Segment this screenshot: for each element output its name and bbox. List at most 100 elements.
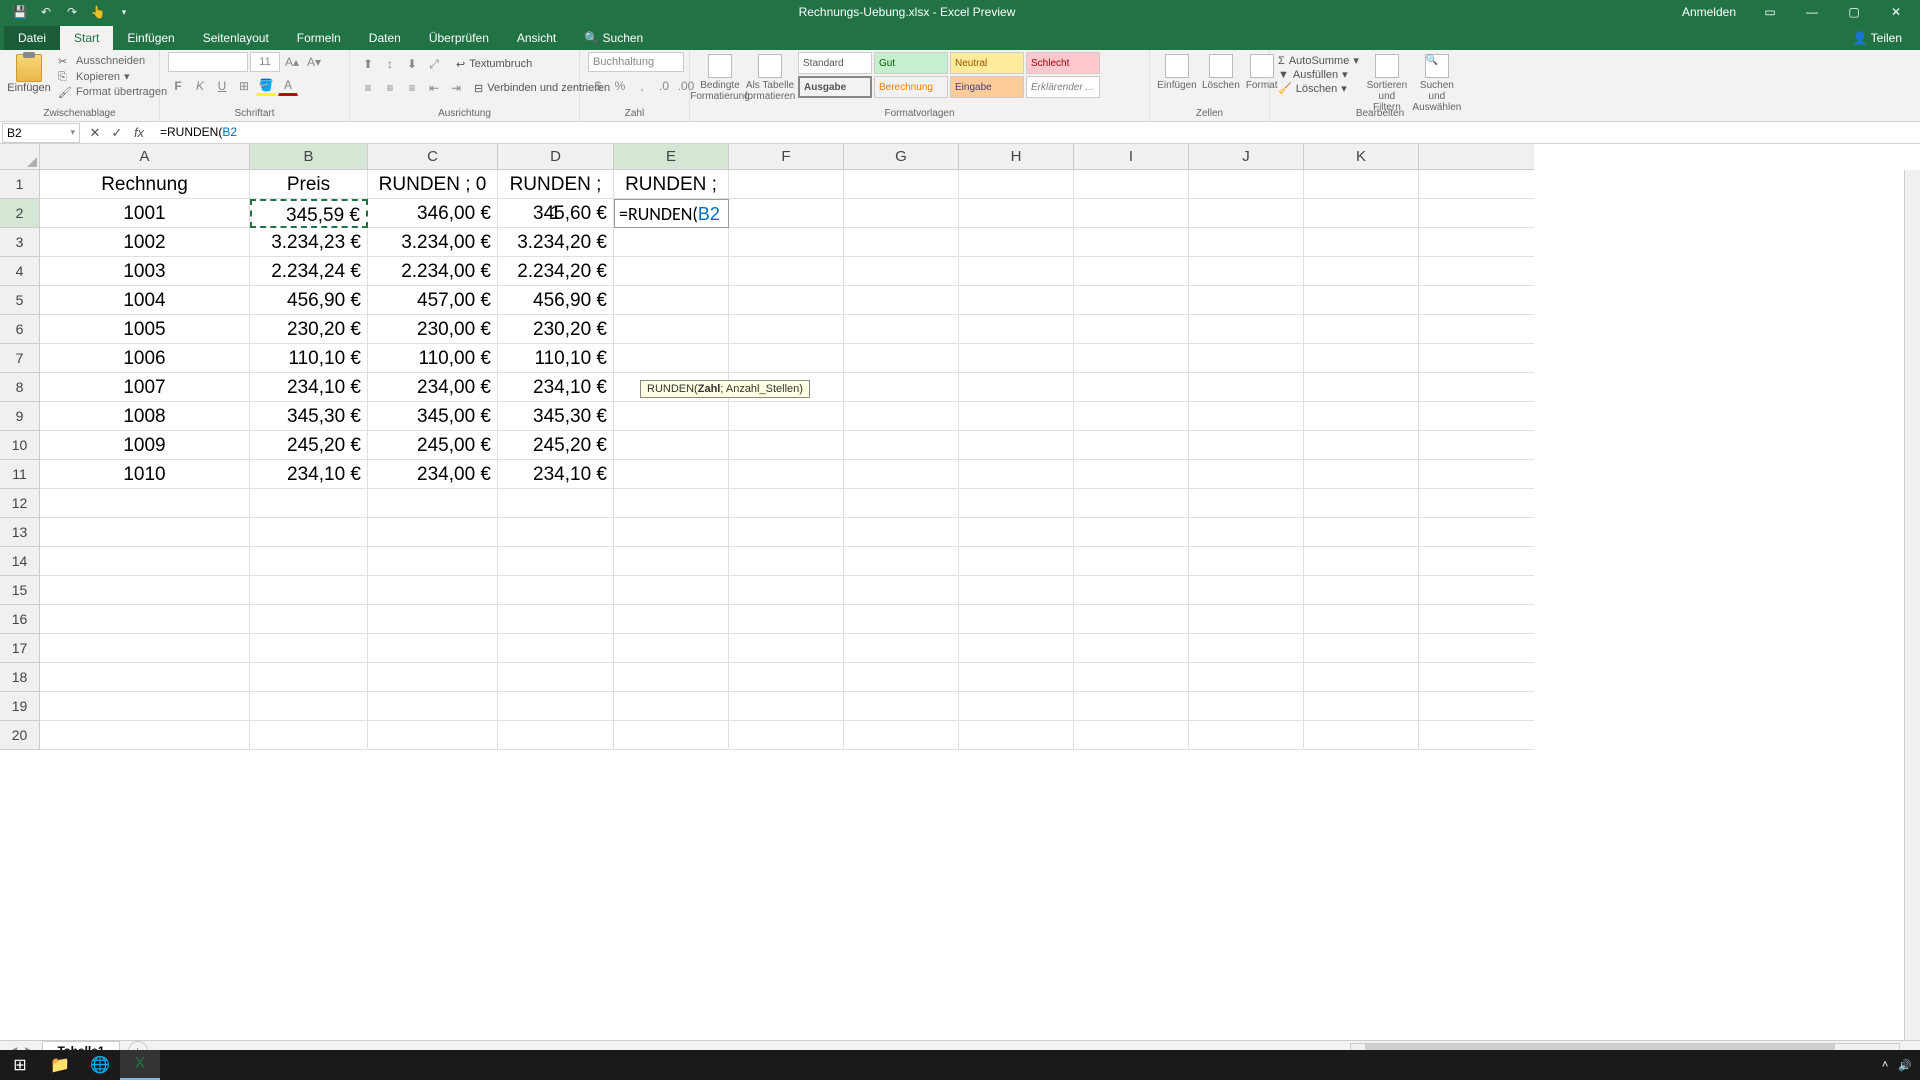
cell[interactable] <box>368 663 498 692</box>
format-as-table-button[interactable]: Als Tabelle formatieren <box>748 52 792 102</box>
style-schlecht[interactable]: Schlecht <box>1026 52 1100 74</box>
tray-chevron-icon[interactable]: ˄ <box>1882 1059 1888 1071</box>
cell[interactable] <box>1074 634 1189 663</box>
cell[interactable] <box>729 663 844 692</box>
cell[interactable] <box>1304 518 1419 547</box>
cell[interactable]: 110,10 € <box>250 344 368 373</box>
row-header[interactable]: 7 <box>0 344 40 373</box>
cell[interactable]: 2.234,00 € <box>368 257 498 286</box>
cell[interactable]: RUNDEN ; 0 <box>368 170 498 199</box>
cell[interactable]: 245,20 € <box>498 431 614 460</box>
cell[interactable] <box>844 576 959 605</box>
cell[interactable] <box>959 344 1074 373</box>
excel-taskbar-icon[interactable]: X <box>120 1050 160 1080</box>
cell[interactable]: 457,00 € <box>368 286 498 315</box>
cell[interactable] <box>498 721 614 750</box>
cell[interactable] <box>614 605 729 634</box>
cell[interactable]: 234,10 € <box>250 373 368 402</box>
cell[interactable]: 1008 <box>40 402 250 431</box>
maximize-icon[interactable]: ▢ <box>1834 0 1874 24</box>
cell[interactable] <box>614 547 729 576</box>
cell[interactable] <box>844 257 959 286</box>
cell[interactable] <box>844 199 959 228</box>
cell[interactable] <box>498 605 614 634</box>
cell[interactable]: 230,20 € <box>498 315 614 344</box>
tab-einfuegen[interactable]: Einfügen <box>113 26 188 50</box>
cell[interactable] <box>40 692 250 721</box>
cell[interactable] <box>614 286 729 315</box>
cell[interactable]: 110,10 € <box>498 344 614 373</box>
cell[interactable] <box>1189 692 1304 721</box>
tab-start[interactable]: Start <box>60 26 113 50</box>
cell[interactable]: 345,30 € <box>250 402 368 431</box>
cell[interactable] <box>1074 199 1189 228</box>
cell[interactable] <box>844 663 959 692</box>
cell[interactable] <box>250 547 368 576</box>
column-header[interactable]: D <box>498 144 614 170</box>
redo-icon[interactable]: ↷ <box>60 2 84 22</box>
column-header[interactable]: H <box>959 144 1074 170</box>
cell[interactable] <box>614 663 729 692</box>
cell[interactable] <box>844 402 959 431</box>
cell[interactable] <box>729 605 844 634</box>
cell[interactable] <box>1074 431 1189 460</box>
cell[interactable] <box>368 634 498 663</box>
cell[interactable] <box>1189 344 1304 373</box>
cell[interactable] <box>40 605 250 634</box>
cell[interactable] <box>1074 170 1189 199</box>
row-header[interactable]: 15 <box>0 576 40 605</box>
tab-formeln[interactable]: Formeln <box>283 26 355 50</box>
cell[interactable] <box>614 402 729 431</box>
cell[interactable] <box>1304 199 1419 228</box>
cell[interactable]: 1010 <box>40 460 250 489</box>
cell[interactable]: 456,90 € <box>498 286 614 315</box>
cell[interactable] <box>844 605 959 634</box>
cell[interactable] <box>729 634 844 663</box>
style-eingabe[interactable]: Eingabe <box>950 76 1024 98</box>
cell[interactable]: 1007 <box>40 373 250 402</box>
cell[interactable]: 3.234,23 € <box>250 228 368 257</box>
fill-color-button[interactable]: 🪣 <box>256 76 276 96</box>
cell[interactable] <box>250 634 368 663</box>
cell[interactable] <box>729 431 844 460</box>
align-middle-icon[interactable]: ↕ <box>380 54 400 74</box>
cell[interactable] <box>614 257 729 286</box>
cell[interactable] <box>729 228 844 257</box>
column-header[interactable]: G <box>844 144 959 170</box>
tab-ueberpruefen[interactable]: Überprüfen <box>415 26 503 50</box>
cell[interactable]: 230,00 € <box>368 315 498 344</box>
insert-function-button[interactable]: fx <box>128 123 150 143</box>
start-button[interactable]: ⊞ <box>0 1050 40 1080</box>
cell[interactable] <box>1074 721 1189 750</box>
row-header[interactable]: 11 <box>0 460 40 489</box>
delete-cells-button[interactable]: Löschen <box>1202 52 1240 91</box>
cut-button[interactable]: ✂Ausschneiden <box>56 54 169 68</box>
column-header[interactable]: K <box>1304 144 1419 170</box>
cell[interactable] <box>959 402 1074 431</box>
cell[interactable] <box>614 489 729 518</box>
cell[interactable] <box>614 344 729 373</box>
column-header[interactable]: I <box>1074 144 1189 170</box>
cell[interactable] <box>959 547 1074 576</box>
cell[interactable] <box>368 489 498 518</box>
align-left-icon[interactable]: ≡ <box>358 78 378 98</box>
clear-button[interactable]: 🧹 Löschen ▾ <box>1278 82 1359 95</box>
qat-more-icon[interactable]: ▾ <box>112 2 136 22</box>
cell[interactable] <box>250 518 368 547</box>
increase-font-icon[interactable]: A▴ <box>282 52 302 72</box>
close-icon[interactable]: ✕ <box>1876 0 1916 24</box>
cell[interactable] <box>614 460 729 489</box>
cell[interactable]: 230,20 € <box>250 315 368 344</box>
format-painter-button[interactable]: 🖌Format übertragen <box>56 85 169 99</box>
cell[interactable] <box>1074 315 1189 344</box>
cell[interactable] <box>844 170 959 199</box>
cell[interactable] <box>498 518 614 547</box>
underline-button[interactable]: U <box>212 76 232 96</box>
cell[interactable] <box>729 518 844 547</box>
cell[interactable] <box>1074 576 1189 605</box>
cell[interactable] <box>959 576 1074 605</box>
row-header[interactable]: 12 <box>0 489 40 518</box>
cell[interactable] <box>40 576 250 605</box>
column-header[interactable]: B <box>250 144 368 170</box>
currency-icon[interactable]: $ <box>588 76 608 96</box>
